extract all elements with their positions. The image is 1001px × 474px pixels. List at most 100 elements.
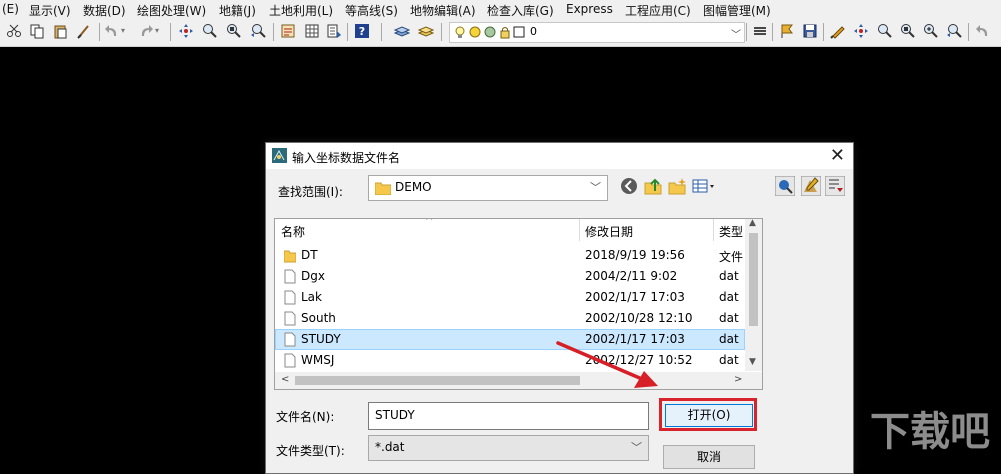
file-row-dgx[interactable]: Dgx 2004/2/11 9:02 dat — [275, 266, 745, 287]
design-center-icon[interactable] — [304, 23, 320, 39]
menu-edit[interactable]: (E) — [2, 2, 19, 16]
column-header-date[interactable]: 修改日期 — [585, 223, 633, 245]
undo-icon-2[interactable] — [975, 23, 991, 39]
file-type: 文件 — [719, 250, 744, 264]
filename-value: STUDY — [375, 408, 415, 422]
scroll-up-icon[interactable]: ▲ — [749, 219, 756, 228]
layer-manager-icon[interactable] — [394, 23, 410, 39]
menu-cadastre[interactable]: 地籍(J) — [219, 2, 256, 19]
view-menu-icon[interactable] — [692, 177, 718, 195]
new-folder-icon[interactable] — [668, 177, 686, 195]
help-icon[interactable]: ? — [354, 23, 370, 39]
zoom-realtime-icon[interactable] — [202, 23, 218, 39]
tool-palette-icon[interactable] — [326, 23, 342, 39]
save-icon[interactable] — [802, 23, 818, 39]
layer-previous-icon[interactable] — [418, 23, 434, 39]
file-list: 名称 ^ 修改日期 类型 DT 2018/9/19 19:56 文件 Dgx 2… — [274, 218, 763, 390]
file-row-dt[interactable]: DT 2018/9/19 19:56 文件 — [275, 245, 745, 266]
scissors-icon[interactable] — [6, 23, 22, 39]
layer-name: 0 — [530, 25, 537, 38]
menu-engineering[interactable]: 工程应用(C) — [625, 2, 691, 19]
filetype-value: *.dat — [375, 440, 405, 454]
menu-express[interactable]: Express — [566, 2, 613, 16]
scroll-down-icon[interactable]: ▼ — [749, 357, 756, 367]
up-folder-icon[interactable] — [644, 177, 662, 195]
close-icon[interactable]: ✕ — [830, 145, 845, 166]
file-name: WMSJ — [301, 353, 335, 367]
filetype-label: 文件类型(T): — [276, 444, 345, 458]
back-icon[interactable] — [620, 177, 638, 195]
paste-icon[interactable] — [52, 23, 68, 39]
menu-data[interactable]: 数据(D) — [83, 2, 126, 19]
filename-input[interactable]: STUDY — [368, 402, 649, 430]
zoom-in-icon[interactable] — [923, 23, 939, 39]
file-icon — [284, 290, 296, 305]
chevron-down-icon: ﹀ — [590, 181, 601, 194]
menu-check[interactable]: 检查入库(G) — [487, 2, 554, 19]
file-row-study[interactable]: STUDY 2002/1/17 17:03 dat — [275, 329, 745, 350]
color-swatch-icon — [513, 26, 525, 38]
file-type: dat — [719, 332, 739, 346]
properties-icon[interactable] — [280, 23, 296, 39]
open-flag-icon[interactable] — [779, 23, 795, 39]
zoom-icon-2[interactable] — [877, 23, 893, 39]
scroll-right-icon[interactable]: > — [734, 374, 742, 385]
file-name: Lak — [301, 290, 322, 304]
scroll-left-icon[interactable]: < — [281, 374, 289, 385]
file-row-lak[interactable]: Lak 2002/1/17 17:03 dat — [275, 287, 745, 308]
column-header-type[interactable]: 类型 — [719, 223, 743, 245]
chevron-down-icon: ﹀ — [631, 441, 642, 454]
file-type: dat — [719, 269, 739, 283]
zoom-previous-icon-2[interactable] — [946, 23, 962, 39]
preview-image-icon[interactable] — [801, 176, 821, 196]
menu-sheet[interactable]: 图幅管理(M) — [703, 2, 771, 19]
copy-icon[interactable] — [29, 23, 45, 39]
vertical-scrollbar[interactable]: ▲ ▼ — [745, 219, 762, 371]
zoom-window-icon[interactable] — [226, 23, 242, 39]
scrollbar-thumb[interactable] — [749, 233, 758, 326]
horizontal-scrollbar[interactable]: < > — [275, 372, 762, 389]
tools-dropdown-icon[interactable] — [825, 176, 845, 196]
file-icon — [284, 311, 296, 326]
file-row-south[interactable]: South 2002/10/28 12:10 dat — [275, 308, 745, 329]
file-icon — [284, 269, 296, 284]
pan-icon-2[interactable] — [853, 23, 869, 39]
filetype-select[interactable]: *.dat ﹀ — [368, 435, 649, 461]
toolbar: ▾ ▾ ? 0 ﹀ — [0, 18, 1001, 47]
filename-label: 文件名(N): — [276, 410, 335, 424]
menu-landuse[interactable]: 土地利用(L) — [269, 2, 333, 19]
cancel-button[interactable]: 取消 — [663, 445, 755, 469]
menu-view[interactable]: 显示(V) — [29, 2, 71, 19]
lock-icon — [500, 27, 510, 39]
open-button[interactable]: 打开(O) — [665, 404, 753, 427]
file-icon — [284, 353, 296, 368]
sun-icon — [469, 26, 481, 38]
menu-contour[interactable]: 等高线(S) — [345, 2, 398, 19]
menu-feature-edit[interactable]: 地物编辑(A) — [410, 2, 476, 19]
undo-icon[interactable] — [104, 23, 120, 39]
zoom-previous-icon[interactable] — [250, 23, 266, 39]
column-header-name[interactable]: 名称 — [281, 223, 305, 245]
pan-icon[interactable] — [178, 23, 194, 39]
lookin-combo[interactable]: DEMO ﹀ — [368, 175, 608, 201]
file-date: 2002/10/28 12:10 — [585, 311, 693, 325]
svg-text:?: ? — [359, 25, 365, 38]
redo-icon[interactable] — [138, 23, 154, 39]
scrollbar-thumb-h[interactable] — [295, 376, 580, 385]
zoom-window-icon-2[interactable] — [900, 23, 916, 39]
sort-ascending-icon: ^ — [425, 218, 434, 227]
bulb-icon — [455, 26, 465, 38]
file-row-wmsj[interactable]: WMSJ 2002/12/27 10:52 dat — [275, 350, 745, 371]
brush-icon[interactable] — [76, 23, 92, 39]
annotation-arrow — [556, 341, 658, 388]
linetype-icon[interactable] — [752, 23, 768, 39]
pencil-icon[interactable] — [830, 23, 846, 39]
layer-dropdown[interactable]: 0 ﹀ — [449, 22, 745, 43]
search-web-icon[interactable] — [775, 176, 795, 196]
file-type: dat — [719, 311, 739, 325]
menu-draw[interactable]: 绘图处理(W) — [137, 2, 206, 19]
file-type: dat — [719, 290, 739, 304]
file-date: 2004/2/11 9:02 — [585, 269, 678, 283]
chevron-down-icon: ﹀ — [731, 30, 741, 41]
lookin-label: 查找范围(I): — [278, 185, 343, 199]
